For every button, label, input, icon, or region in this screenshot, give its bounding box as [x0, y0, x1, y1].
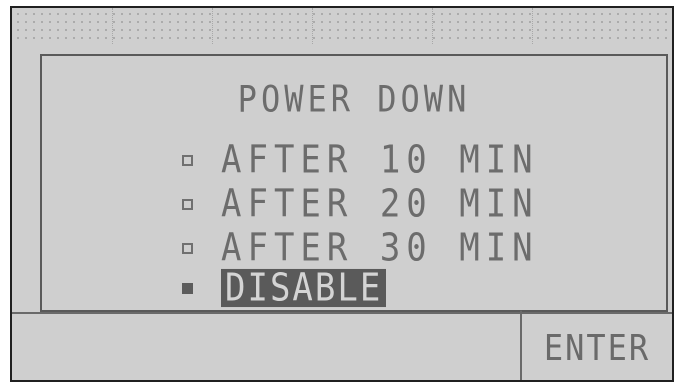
- option-after-30-min[interactable]: AFTER 30 MIN: [182, 228, 539, 268]
- option-disable[interactable]: DISABLE: [182, 268, 387, 308]
- option-label: AFTER 10 MIN: [221, 137, 539, 183]
- option-after-10-min[interactable]: AFTER 10 MIN: [182, 140, 539, 180]
- radio-unchecked-icon[interactable]: [182, 198, 193, 210]
- lcd-screen: POWER DOWN AFTER 10 MIN AFTER 20 MIN AFT…: [10, 6, 674, 382]
- radio-unchecked-icon[interactable]: [182, 154, 193, 166]
- option-label: AFTER 20 MIN: [221, 181, 539, 227]
- soft-key-bar: ENTER: [12, 310, 672, 380]
- option-label: AFTER 30 MIN: [221, 225, 539, 271]
- radio-unchecked-icon[interactable]: [182, 242, 193, 254]
- dialog-title: POWER DOWN: [237, 77, 471, 121]
- status-strip: [12, 8, 672, 44]
- option-after-20-min[interactable]: AFTER 20 MIN: [182, 184, 539, 224]
- enter-button[interactable]: ENTER: [520, 310, 672, 380]
- option-label-selected: DISABLE: [221, 268, 387, 308]
- radio-checked-icon[interactable]: [182, 282, 193, 294]
- power-down-dialog: POWER DOWN AFTER 10 MIN AFTER 20 MIN AFT…: [40, 54, 668, 312]
